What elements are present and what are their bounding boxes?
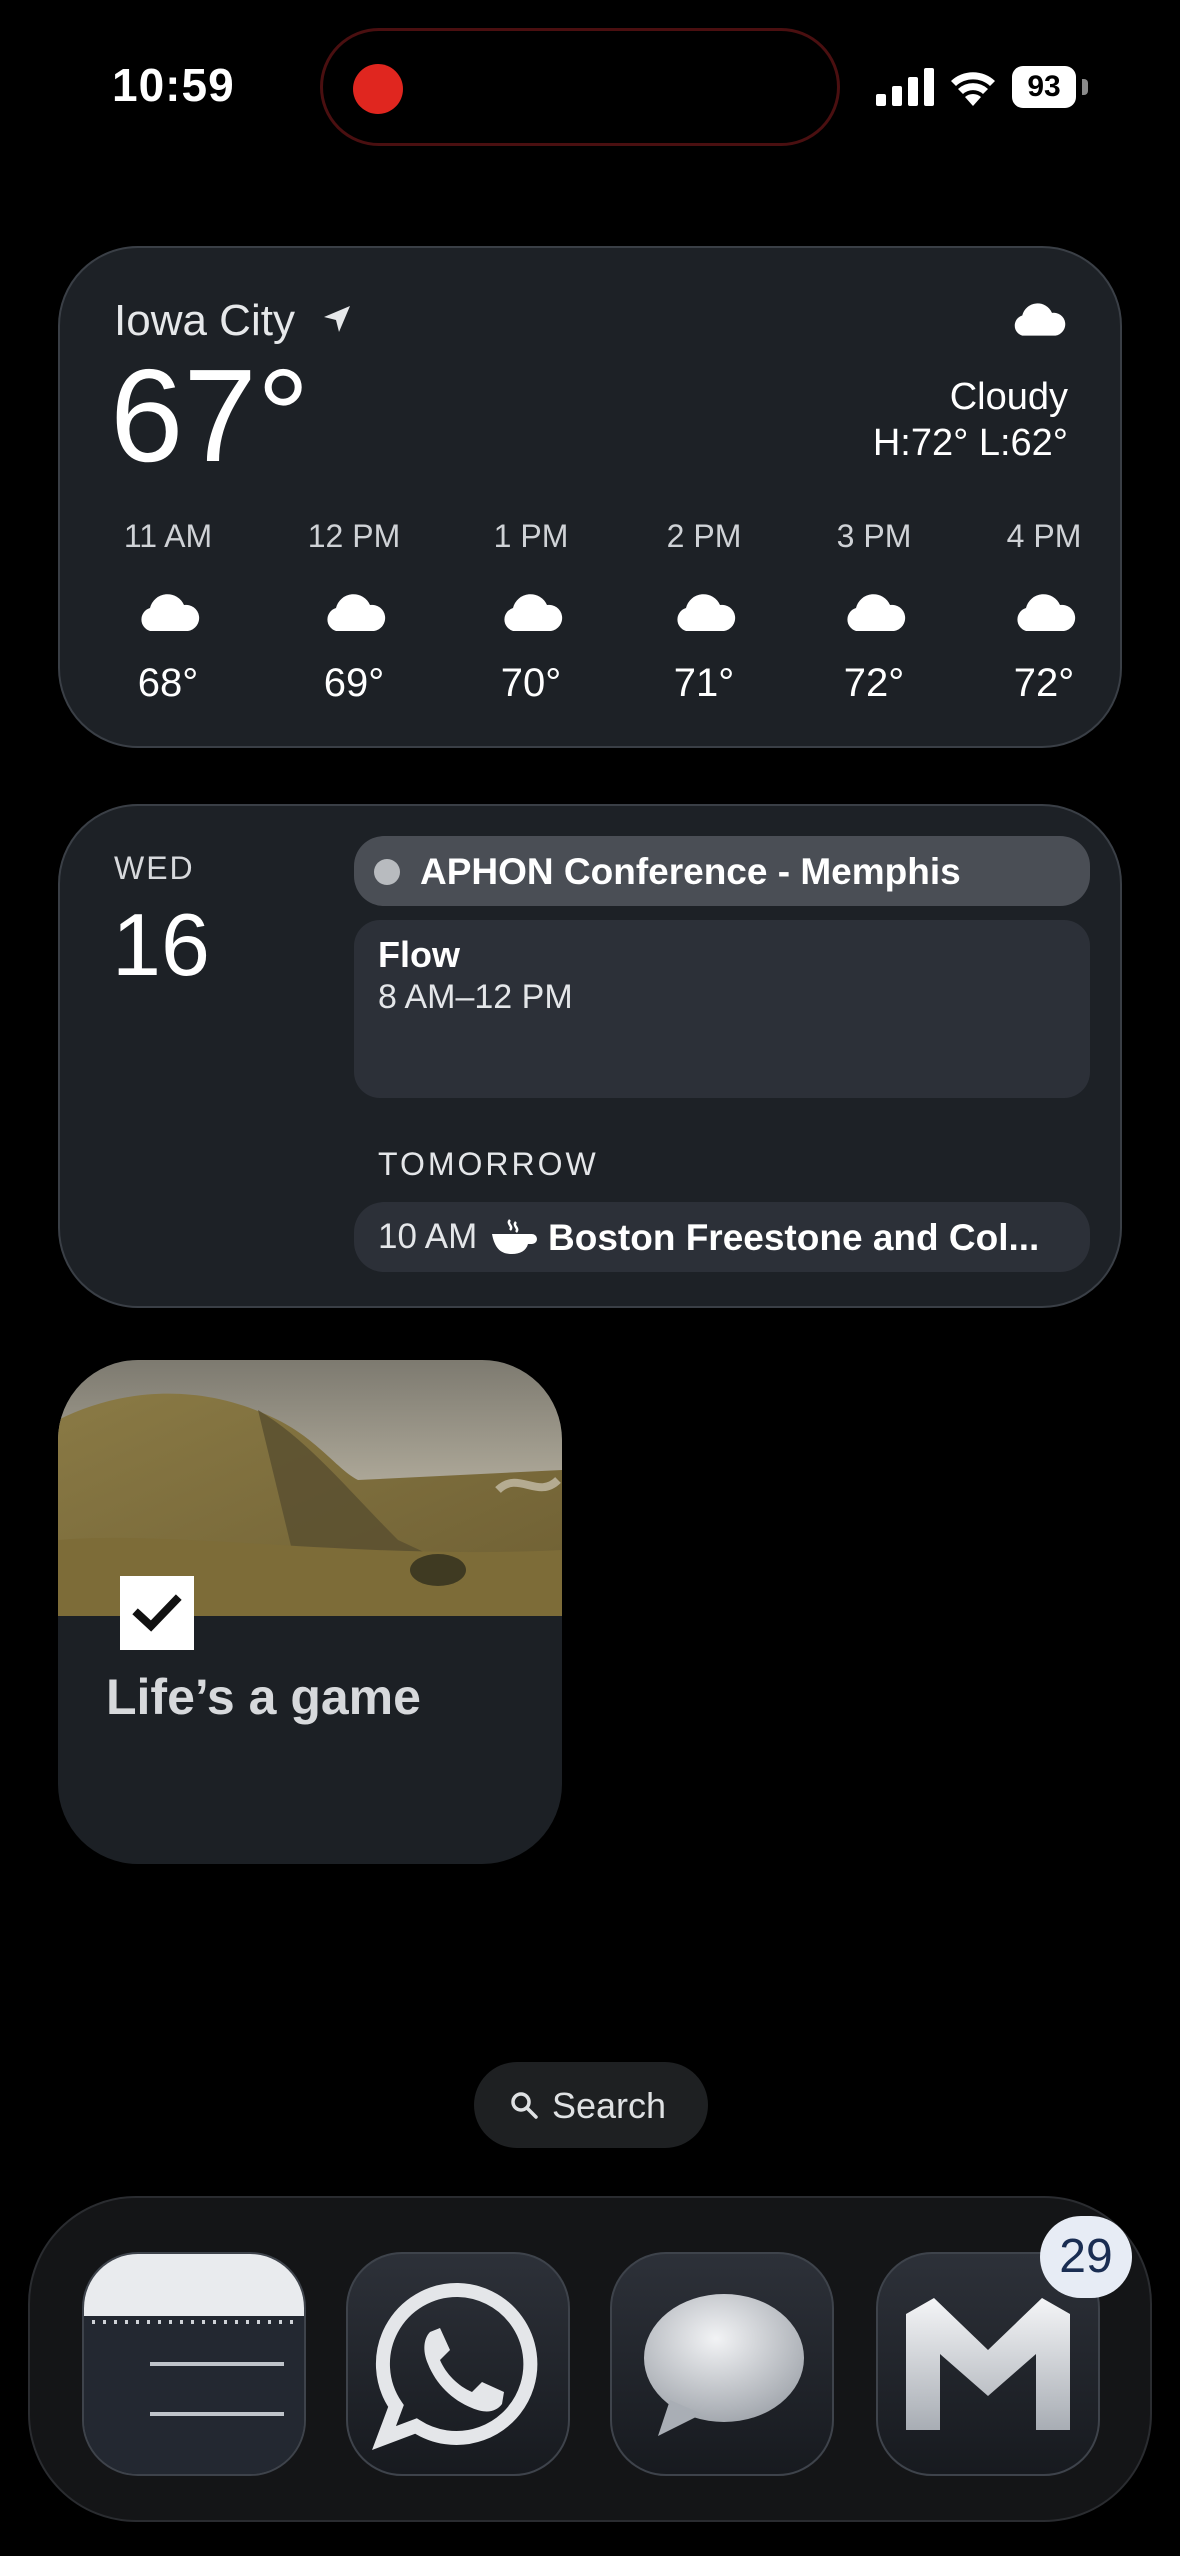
- event-title: Boston Freestone and Col...: [548, 1217, 1040, 1258]
- hour-temp: 72°: [1013, 661, 1075, 705]
- hourly-forecast: 11 AM 68° 12 PM 69° 1 PM 70° 2 PM 71° 3 …: [114, 518, 1082, 718]
- hourly-item: 3 PM 72°: [814, 518, 934, 706]
- recording-indicator-icon: [353, 64, 403, 114]
- cloud-icon: [504, 594, 563, 631]
- cellular-signal-icon: [876, 68, 934, 106]
- calendar-event[interactable]: Flow 8 AM–12 PM: [354, 920, 1090, 1098]
- notes-icon: [84, 2254, 304, 2474]
- hour-temp: 70°: [500, 661, 562, 705]
- cloud-icon: [847, 594, 906, 631]
- messages-icon: [644, 2294, 804, 2436]
- hour-label: 2 PM: [666, 518, 742, 554]
- hour-temp: 71°: [673, 661, 735, 705]
- calendar-date: 16: [112, 895, 210, 994]
- calendar-dot-icon: [374, 859, 400, 885]
- hourly-item: 12 PM 69°: [294, 518, 414, 706]
- battery-cap: [1082, 79, 1088, 95]
- gmail-notification-badge: 29: [1040, 2216, 1132, 2298]
- calendar-event-tomorrow[interactable]: 10 AM Boston Freestone and Col...: [354, 1202, 1090, 1272]
- weather-condition: Cloudy: [949, 376, 1068, 418]
- battery-indicator: 93: [1012, 66, 1076, 108]
- status-time: 10:59: [112, 59, 235, 111]
- location-arrow-icon: [324, 306, 350, 332]
- checkbox-checked-icon[interactable]: [120, 1576, 194, 1650]
- event-time: 8 AM–12 PM: [378, 978, 573, 1016]
- hour-label: 3 PM: [836, 518, 912, 554]
- weather-temperature: 67°: [110, 342, 310, 489]
- weather-high-low: H:72° L:62°: [872, 422, 1068, 464]
- hourly-item: 4 PM 72°: [984, 518, 1104, 706]
- note-widget[interactable]: Life’s a game: [58, 1360, 562, 1864]
- tomorrow-label: TOMORROW: [378, 1146, 599, 1182]
- cloud-icon: [1014, 303, 1066, 336]
- cloud-icon: [677, 594, 736, 631]
- hour-temp: 68°: [137, 661, 199, 705]
- coffee-cup-icon: [492, 1219, 537, 1254]
- calendar-weekday: WED: [114, 850, 195, 886]
- hourly-item: 1 PM 70°: [471, 518, 591, 706]
- dock: [28, 2196, 1152, 2522]
- hour-label: 1 PM: [493, 518, 569, 554]
- search-button[interactable]: Search: [474, 2062, 708, 2148]
- event-title: Flow: [378, 934, 460, 975]
- wifi-icon: [951, 72, 995, 106]
- search-icon: [511, 2092, 538, 2119]
- weather-city: Iowa City: [114, 296, 295, 345]
- whatsapp-app-icon[interactable]: [346, 2252, 570, 2476]
- hourly-item: 11 AM 68°: [108, 518, 228, 706]
- whatsapp-icon: [372, 2282, 538, 2450]
- hour-label: 4 PM: [1006, 518, 1082, 554]
- cloud-icon: [1017, 594, 1076, 631]
- event-time: 10 AM: [378, 1217, 478, 1256]
- calendar-event-allday[interactable]: APHON Conference - Memphis: [354, 836, 1090, 906]
- hour-label: 12 PM: [307, 518, 401, 554]
- cloud-icon: [141, 594, 200, 631]
- hour-label: 11 AM: [123, 518, 213, 554]
- event-title: APHON Conference - Memphis: [420, 851, 961, 892]
- hour-temp: 72°: [843, 661, 905, 705]
- dynamic-island[interactable]: [320, 28, 840, 146]
- weather-widget[interactable]: Iowa City 67° Cloudy H:72° L:62° 11 AM 6…: [58, 246, 1122, 748]
- notes-app-icon[interactable]: [82, 2252, 306, 2476]
- messages-app-icon[interactable]: [610, 2252, 834, 2476]
- calendar-widget[interactable]: WED 16 APHON Conference - Memphis Flow 8…: [58, 804, 1122, 1308]
- hour-temp: 69°: [323, 661, 385, 705]
- cloud-icon: [327, 594, 386, 631]
- note-title: Life’s a game: [106, 1669, 421, 1725]
- search-label: Search: [552, 2085, 667, 2126]
- hourly-item: 2 PM 71°: [644, 518, 764, 706]
